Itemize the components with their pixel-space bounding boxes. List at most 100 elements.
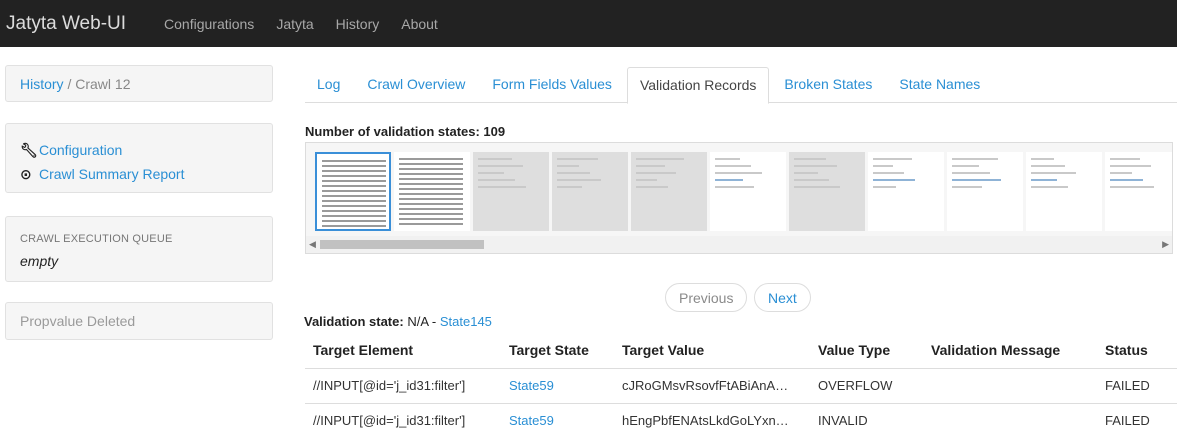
cell-target-value: cJRoGMsvRsovfFtABiAnA… <box>614 367 810 403</box>
state-thumbnail[interactable] <box>315 152 391 231</box>
scroll-thumb[interactable] <box>320 240 484 249</box>
thumbnail-line <box>399 183 463 185</box>
thumbnail-line <box>399 218 463 220</box>
thumbnail-line <box>1031 165 1065 167</box>
thumbnail-line <box>794 158 826 160</box>
crawl-execution-queue: CRAWL EXECUTION QUEUE empty <box>5 216 273 282</box>
cell-target-value: hEngPbfENAtsLkdGoLYxn… <box>614 402 810 438</box>
thumbnail-line <box>322 205 386 207</box>
validation-state: Validation state: N/A - State145 <box>304 314 492 329</box>
header-value-type: Value Type <box>810 332 923 369</box>
state-thumbnail[interactable] <box>394 152 470 231</box>
tab-state-names[interactable]: State Names <box>887 67 992 103</box>
thumbnail-line <box>873 179 915 181</box>
thumbnail-line <box>1110 186 1154 188</box>
thumbnail-line <box>636 172 676 174</box>
thumbnail-line <box>322 165 386 167</box>
thumbnail-line <box>322 215 386 217</box>
thumbnail-line <box>1110 165 1151 167</box>
thumbnail-line <box>1031 179 1057 181</box>
tab-form-fields-values[interactable]: Form Fields Values <box>480 67 624 103</box>
validation-records-table: Target Element Target State Target Value… <box>305 332 1177 438</box>
thumbnail-line <box>952 179 1001 181</box>
thumbnail-line <box>399 193 463 195</box>
cell-target-state-link[interactable]: State59 <box>501 367 614 403</box>
thumbnail-line <box>557 165 579 167</box>
thumbnail-line <box>399 178 463 180</box>
thumbnail-line <box>715 165 751 167</box>
scroll-left-icon[interactable]: ◀ <box>309 239 316 250</box>
thumbnail-line <box>399 173 463 175</box>
tab-validation-records[interactable]: Validation Records <box>626 67 770 104</box>
thumbnail-line <box>794 186 840 188</box>
thumbnail-line <box>399 163 463 165</box>
breadcrumb: History / Crawl 12 <box>5 65 273 102</box>
cell-status: FAILED <box>1097 367 1177 403</box>
configuration-link[interactable]: 🔧︎ Configuration <box>20 138 258 162</box>
state-thumbnail[interactable] <box>789 152 865 231</box>
previous-button[interactable]: Previous <box>665 283 748 312</box>
state-thumbnail[interactable] <box>1105 152 1172 231</box>
thumbnail-line <box>636 179 657 181</box>
horizontal-scrollbar[interactable]: ◀ ▶ <box>306 236 1172 253</box>
header-target-value: Target Value <box>614 332 810 369</box>
thumbnail-line <box>794 172 818 174</box>
thumbnail-line <box>322 200 386 202</box>
state-thumbnail[interactable] <box>868 152 944 231</box>
thumbnail-line <box>952 158 998 160</box>
breadcrumb-separator: / <box>67 76 72 92</box>
queue-value: empty <box>20 253 59 269</box>
thumbnail-line <box>873 165 893 167</box>
tab-bar: Log Crawl Overview Form Fields Values Va… <box>305 67 1177 104</box>
nav-configurations[interactable]: Configurations <box>164 16 254 32</box>
table-row: //INPUT[@id='j_id31:filter'] State59 hEn… <box>305 402 1177 438</box>
thumbnail-line <box>636 165 665 167</box>
validation-state-value: N/A - <box>407 314 437 329</box>
header-target-element: Target Element <box>305 332 501 369</box>
breadcrumb-history[interactable]: History <box>20 76 64 92</box>
thumbnail-line <box>478 172 504 174</box>
cell-target-state-link[interactable]: State59 <box>501 402 614 438</box>
sidebar-links: 🔧︎ Configuration ⊙ Crawl Summary Report <box>5 123 273 193</box>
thumbnail-line <box>399 213 463 215</box>
thumbnail-line <box>399 223 463 225</box>
state-thumbnail[interactable] <box>473 152 549 231</box>
thumbnail-line <box>557 179 601 181</box>
tab-log[interactable]: Log <box>305 67 352 103</box>
header-validation-message: Validation Message <box>923 332 1097 369</box>
thumbnail-line <box>399 208 463 210</box>
thumbnail-line <box>322 195 386 197</box>
validation-state-link[interactable]: State145 <box>440 314 492 329</box>
thumbnail-line <box>322 190 386 192</box>
state-thumbnail[interactable] <box>710 152 786 231</box>
nav-about[interactable]: About <box>401 16 438 32</box>
nav-history[interactable]: History <box>336 16 380 32</box>
next-button[interactable]: Next <box>754 283 811 312</box>
thumbnail-line <box>399 158 463 160</box>
header-target-state: Target State <box>501 332 614 369</box>
cell-value-type: INVALID <box>810 402 923 438</box>
state-thumbnail[interactable] <box>1026 152 1102 231</box>
thumbnail-line <box>952 172 990 174</box>
state-thumbnail[interactable] <box>552 152 628 231</box>
validation-count: Number of validation states: 109 <box>305 124 506 139</box>
thumbnail-line <box>794 165 837 167</box>
crawl-summary-report-label: Crawl Summary Report <box>39 166 185 182</box>
thumbnail-line <box>952 165 979 167</box>
thumbnail-line <box>952 186 982 188</box>
brand-link[interactable]: Jatyta Web-UI <box>6 13 126 35</box>
thumbnail-line <box>557 158 598 160</box>
tab-broken-states[interactable]: Broken States <box>772 67 884 103</box>
nav-jatyta[interactable]: Jatyta <box>276 16 313 32</box>
state-thumbnail[interactable] <box>631 152 707 231</box>
thumbnail-line <box>322 225 386 227</box>
thumbnail-line <box>1031 158 1054 160</box>
tab-crawl-overview[interactable]: Crawl Overview <box>355 67 477 103</box>
thumbnail-line <box>715 179 743 181</box>
scroll-right-icon[interactable]: ▶ <box>1162 239 1169 250</box>
cell-target-element: //INPUT[@id='j_id31:filter'] <box>305 402 501 438</box>
state-thumbnail[interactable] <box>947 152 1023 231</box>
table-header-row: Target Element Target State Target Value… <box>305 332 1177 369</box>
crawl-summary-report-link[interactable]: ⊙ Crawl Summary Report <box>20 162 258 186</box>
thumbnail-line <box>322 180 386 182</box>
